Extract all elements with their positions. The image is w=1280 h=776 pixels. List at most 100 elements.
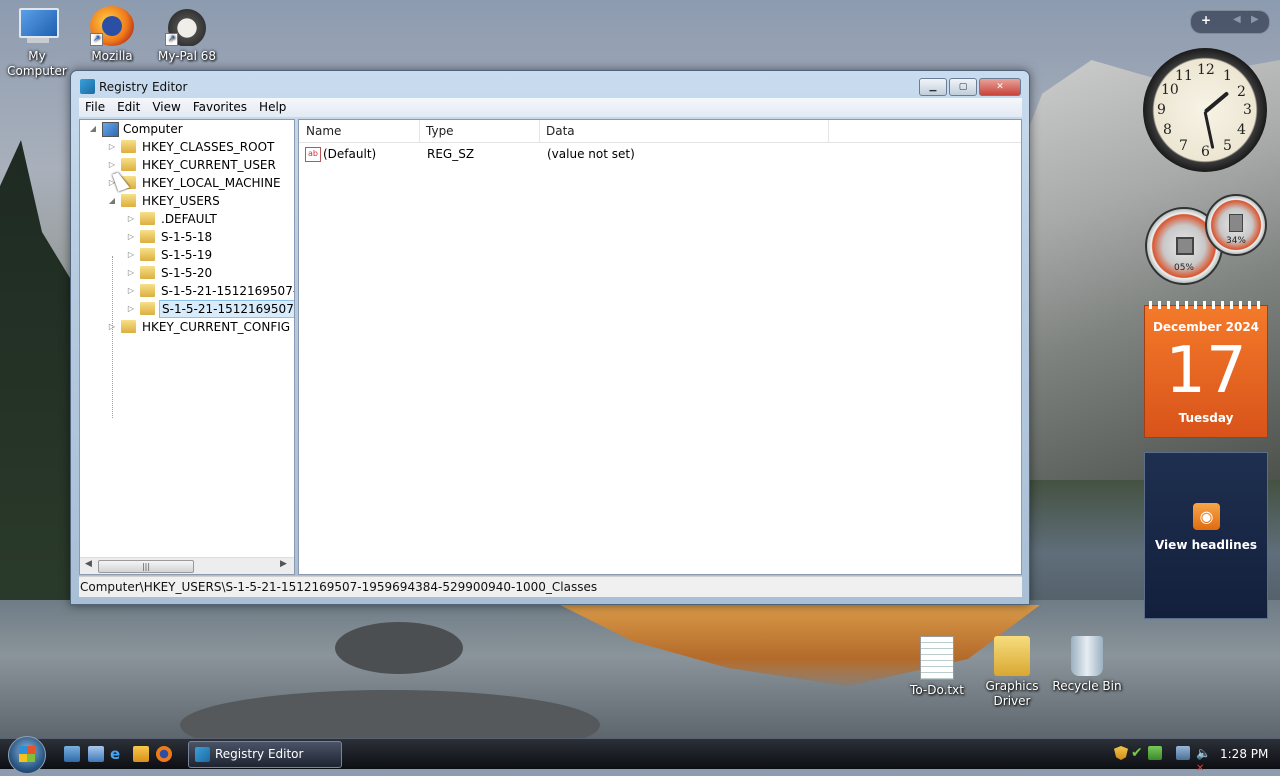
clock-number: 5 xyxy=(1223,138,1232,154)
tree-item-s-1-5-21-a[interactable]: ▷ S-1-5-21-1512169507-195 xyxy=(80,282,294,300)
registry-tree[interactable]: ◢ Computer ▷ HKEY_CLASSES_ROOT ▷ HKEY_CU… xyxy=(79,119,295,575)
tree-item-label: Computer xyxy=(123,122,183,136)
close-icon: ✕ xyxy=(996,82,1004,92)
scroll-left-arrow-icon[interactable]: ◀ xyxy=(85,559,92,569)
expand-toggle-icon[interactable]: ▷ xyxy=(126,282,136,300)
folder-icon xyxy=(121,194,136,207)
expand-toggle-icon[interactable]: ▷ xyxy=(107,156,117,174)
maximize-button[interactable]: ▢ xyxy=(949,78,977,96)
rss-icon: ◉ xyxy=(1193,503,1220,530)
tree-item-s-1-5-19[interactable]: ▷ S-1-5-19 xyxy=(80,246,292,264)
tree-horizontal-scrollbar[interactable]: ◀ ||| ▶ xyxy=(80,557,294,574)
tree-item-hkcr[interactable]: ▷ HKEY_CLASSES_ROOT xyxy=(80,138,292,156)
tree-item-hku[interactable]: ◢ HKEY_USERS xyxy=(80,192,292,210)
menu-file[interactable]: File xyxy=(79,98,111,117)
desktop-icon-label: My-Pal 68 xyxy=(157,49,217,63)
menu-help[interactable]: Help xyxy=(253,98,292,117)
taskbar-button-registry-editor[interactable]: Registry Editor xyxy=(188,741,342,768)
folder-icon xyxy=(140,248,155,261)
maximize-icon: ▢ xyxy=(958,82,968,92)
registry-editor-window[interactable]: Registry Editor ▁ ▢ ✕ File Edit View Fav… xyxy=(70,70,1030,605)
calendar-gadget[interactable]: December 2024 17 Tuesday xyxy=(1144,301,1268,438)
clock-number: 4 xyxy=(1237,122,1246,138)
desktop-icon-my-pal[interactable]: ↗ My-Pal 68 xyxy=(152,6,222,64)
tree-item-label: S-1-5-19 xyxy=(161,248,213,262)
network-icon[interactable] xyxy=(1148,746,1162,760)
background-trees xyxy=(0,140,70,600)
tree-item-default[interactable]: ▷ .DEFAULT xyxy=(80,210,292,228)
desktop-icon-mozilla[interactable]: ↗ Mozilla xyxy=(77,6,147,64)
folder-icon xyxy=(140,212,155,225)
tree-item-computer[interactable]: ◢ Computer xyxy=(80,120,292,138)
values-list[interactable]: Name Type Data ab (Default) REG_SZ (valu… xyxy=(298,119,1022,575)
memory-meter-gadget[interactable]: 34% xyxy=(1205,194,1267,256)
start-button[interactable] xyxy=(8,736,46,774)
expand-toggle-icon[interactable]: ▷ xyxy=(126,246,136,264)
media-player-icon[interactable] xyxy=(133,746,149,762)
tree-item-label: HKEY_LOCAL_MACHINE xyxy=(142,176,281,190)
collapse-toggle-icon[interactable]: ◢ xyxy=(107,192,117,210)
expand-toggle-icon[interactable]: ▷ xyxy=(126,300,136,318)
switch-windows-icon[interactable] xyxy=(88,746,104,762)
expand-toggle-icon[interactable]: ▷ xyxy=(107,318,117,336)
value-name: (Default) xyxy=(323,147,377,161)
folder-icon xyxy=(121,140,136,153)
firefox-icon[interactable] xyxy=(156,746,172,762)
tree-item-s-1-5-21-b[interactable]: ▷ S-1-5-21-1512169507-195 xyxy=(80,300,294,318)
computer-icon xyxy=(15,6,59,46)
sidebar-controls[interactable]: + ◀ ▶ xyxy=(1190,10,1270,34)
tree-item-s-1-5-18[interactable]: ▷ S-1-5-18 xyxy=(80,228,292,246)
close-button[interactable]: ✕ xyxy=(979,78,1021,96)
expand-toggle-icon[interactable]: ◢ xyxy=(88,120,98,138)
expand-toggle-icon[interactable]: ▷ xyxy=(107,138,117,156)
tree-item-label: S-1-5-20 xyxy=(161,266,213,280)
clock-number: 3 xyxy=(1243,102,1252,118)
clock-number: 7 xyxy=(1179,138,1188,154)
calendar-day: 17 xyxy=(1165,334,1247,408)
desktop-icon-graphics-driver[interactable]: Graphics Driver xyxy=(977,636,1047,709)
network-connection-icon[interactable] xyxy=(1176,746,1190,760)
tree-item-hkcu[interactable]: ▷ HKEY_CURRENT_USER xyxy=(80,156,292,174)
scrollbar-thumb[interactable]: ||| xyxy=(98,560,194,573)
checkmark-icon[interactable]: ✔ xyxy=(1131,746,1145,760)
expand-toggle-icon[interactable]: ▷ xyxy=(126,264,136,282)
feed-headlines-gadget[interactable]: ◉ View headlines xyxy=(1144,452,1268,619)
menu-edit[interactable]: Edit xyxy=(111,98,146,117)
title-bar[interactable]: Registry Editor ▁ ▢ ✕ xyxy=(71,71,1029,99)
folder-icon xyxy=(140,284,155,297)
value-type: REG_SZ xyxy=(427,147,475,161)
menu-favorites[interactable]: Favorites xyxy=(187,98,253,117)
scroll-right-arrow-icon[interactable]: ▶ xyxy=(280,559,287,569)
desktop-icon-label: To-Do.txt xyxy=(910,683,964,697)
add-gadget-button[interactable]: + xyxy=(1201,13,1211,27)
tree-item-hkcc[interactable]: ▷ HKEY_CURRENT_CONFIG xyxy=(80,318,292,336)
desktop-icon-my-computer[interactable]: My Computer xyxy=(2,6,72,79)
expand-toggle-icon[interactable]: ▷ xyxy=(126,228,136,246)
clock-time[interactable]: 1:28 PM xyxy=(1220,739,1268,769)
volume-muted-icon[interactable]: 🔈✕ xyxy=(1196,746,1211,774)
security-shield-icon[interactable] xyxy=(1114,746,1128,760)
desktop-icon-recycle-bin[interactable]: Recycle Bin xyxy=(1052,636,1122,694)
show-desktop-icon[interactable] xyxy=(64,746,80,762)
taskbar-button-label: Registry Editor xyxy=(215,747,304,761)
internet-explorer-icon[interactable]: e xyxy=(110,746,126,762)
clock-number: 1 xyxy=(1223,68,1232,84)
minimize-button[interactable]: ▁ xyxy=(919,78,947,96)
next-arrow-icon[interactable]: ▶ xyxy=(1251,14,1259,25)
tree-item-hklm[interactable]: ▷ HKEY_LOCAL_MACHINE xyxy=(80,174,292,192)
expand-toggle-icon[interactable]: ▷ xyxy=(126,210,136,228)
shortcut-arrow-icon: ↗ xyxy=(165,33,178,46)
view-headlines-link[interactable]: View headlines xyxy=(1145,538,1267,552)
previous-arrow-icon[interactable]: ◀ xyxy=(1233,14,1241,25)
string-value-icon: ab xyxy=(305,147,321,162)
column-header-data[interactable]: Data xyxy=(539,120,829,142)
column-header-name[interactable]: Name xyxy=(299,120,420,142)
tree-item-label: S-1-5-18 xyxy=(161,230,213,244)
desktop-icon-todo[interactable]: To-Do.txt xyxy=(902,636,972,698)
column-header-type[interactable]: Type xyxy=(419,120,540,142)
clock-number: 12 xyxy=(1197,62,1215,78)
menu-view[interactable]: View xyxy=(146,98,186,117)
tree-item-s-1-5-20[interactable]: ▷ S-1-5-20 xyxy=(80,264,292,282)
clock-gadget[interactable]: 12 1 2 3 4 5 6 7 8 9 10 11 xyxy=(1143,48,1267,172)
computer-icon xyxy=(102,122,119,137)
